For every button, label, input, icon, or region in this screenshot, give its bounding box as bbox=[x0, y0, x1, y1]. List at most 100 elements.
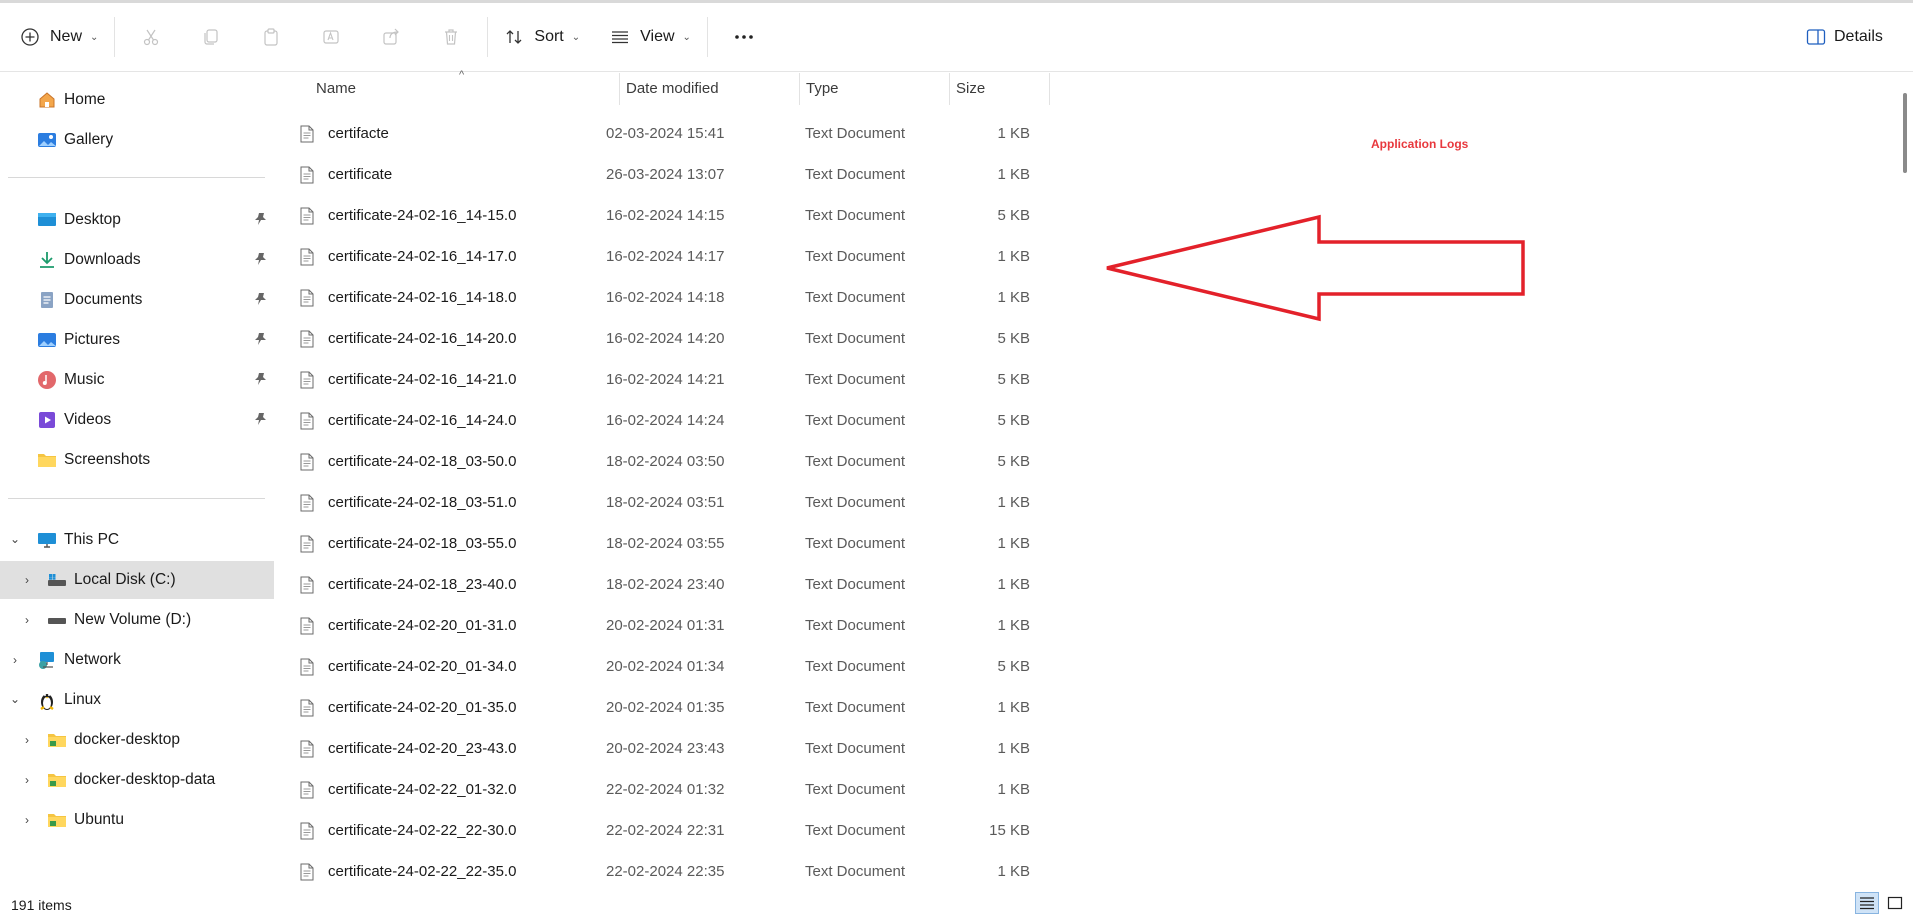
share-button[interactable] bbox=[361, 17, 421, 57]
sidebar-item-network[interactable]: › Network bbox=[0, 641, 274, 679]
table-row[interactable]: certificate-24-02-18_03-55.0 18-02-2024 0… bbox=[300, 523, 1060, 564]
chevron-right-icon[interactable]: › bbox=[20, 813, 34, 827]
file-name: certificate-24-02-16_14-17.0 bbox=[328, 248, 517, 265]
delete-button[interactable] bbox=[421, 17, 481, 57]
table-row[interactable]: certificate-24-02-18_23-40.0 18-02-2024 2… bbox=[300, 564, 1060, 605]
table-row[interactable]: certificate-24-02-22_22-35.0 22-02-2024 2… bbox=[300, 851, 1060, 892]
sidebar-item-downloads[interactable]: Downloads bbox=[0, 241, 274, 279]
file-type: Text Document bbox=[805, 289, 906, 306]
table-row[interactable]: certificate-24-02-16_14-24.0 16-02-2024 1… bbox=[300, 400, 1060, 441]
sidebar-item-local-disk-c[interactable]: › Local Disk (C:) bbox=[0, 561, 274, 599]
column-separator[interactable] bbox=[949, 73, 950, 105]
chevron-right-icon[interactable]: › bbox=[8, 653, 22, 667]
chevron-right-icon[interactable]: › bbox=[20, 733, 34, 747]
tiles-view-button[interactable] bbox=[1883, 892, 1907, 914]
file-size: 5 KB bbox=[997, 207, 1030, 224]
annotation-arrow-icon bbox=[1106, 214, 1525, 322]
sidebar-item-ubuntu[interactable]: › Ubuntu bbox=[0, 801, 274, 839]
file-date-modified: 22-02-2024 22:35 bbox=[606, 863, 725, 880]
table-row[interactable]: certificate-24-02-20_01-31.0 20-02-2024 0… bbox=[300, 605, 1060, 646]
file-date-modified: 16-02-2024 14:15 bbox=[606, 207, 725, 224]
sidebar-item-label: Desktop bbox=[64, 211, 121, 228]
file-size: 1 KB bbox=[997, 535, 1030, 552]
sort-button[interactable]: Sort ⌄ bbox=[494, 17, 590, 57]
view-button[interactable]: View ⌄ bbox=[600, 17, 701, 57]
table-row[interactable]: certificate-24-02-20_01-35.0 20-02-2024 0… bbox=[300, 687, 1060, 728]
sidebar-item-label: Local Disk (C:) bbox=[74, 571, 176, 588]
rename-button[interactable] bbox=[301, 17, 361, 57]
file-date-modified: 22-02-2024 22:31 bbox=[606, 822, 725, 839]
table-row[interactable]: certificate-24-02-18_03-51.0 18-02-2024 0… bbox=[300, 482, 1060, 523]
file-size: 5 KB bbox=[997, 658, 1030, 675]
chevron-right-icon[interactable]: › bbox=[20, 613, 34, 627]
details-pane-button[interactable]: Details bbox=[1796, 17, 1893, 57]
sidebar-item-new-volume-d[interactable]: › New Volume (D:) bbox=[0, 601, 274, 639]
sidebar-item-docker-desktop[interactable]: › docker-desktop bbox=[0, 721, 274, 759]
column-header-type[interactable]: Type bbox=[806, 73, 839, 103]
table-row[interactable]: certificate-24-02-22_01-32.0 22-02-2024 0… bbox=[300, 769, 1060, 810]
new-button[interactable]: New ⌄ bbox=[10, 17, 108, 57]
file-name: certificate-24-02-16_14-20.0 bbox=[328, 330, 517, 347]
more-options-button[interactable] bbox=[714, 17, 774, 57]
sidebar-item-docker-desktop-data[interactable]: › docker-desktop-data bbox=[0, 761, 274, 799]
sidebar-item-music[interactable]: Music bbox=[0, 361, 274, 399]
sidebar-item-documents[interactable]: Documents bbox=[0, 281, 274, 319]
file-date-modified: 22-02-2024 01:32 bbox=[606, 781, 725, 798]
videos-icon bbox=[36, 409, 58, 431]
scrollbar-thumb[interactable] bbox=[1903, 93, 1907, 173]
table-row[interactable]: certificate-24-02-22_22-30.0 22-02-2024 2… bbox=[300, 810, 1060, 851]
chevron-right-icon[interactable]: › bbox=[20, 573, 34, 587]
copy-button[interactable] bbox=[181, 17, 241, 57]
sidebar-item-screenshots[interactable]: Screenshots bbox=[0, 441, 274, 479]
column-header-date-modified[interactable]: Date modified bbox=[626, 73, 719, 103]
text-document-icon bbox=[300, 523, 314, 564]
text-document-icon bbox=[300, 687, 314, 728]
text-document-icon bbox=[300, 482, 314, 523]
pin-icon bbox=[254, 332, 268, 351]
pictures-icon bbox=[36, 329, 58, 351]
sidebar-item-gallery[interactable]: Gallery bbox=[0, 121, 274, 159]
sidebar-item-home[interactable]: Home bbox=[0, 81, 274, 119]
column-header-name[interactable]: Name bbox=[316, 73, 356, 103]
sidebar-item-label: Linux bbox=[64, 691, 102, 708]
table-row[interactable]: certificate-24-02-16_14-21.0 16-02-2024 1… bbox=[300, 359, 1060, 400]
table-row[interactable]: certificate-24-02-16_14-20.0 16-02-2024 1… bbox=[300, 318, 1060, 359]
text-document-icon bbox=[300, 277, 314, 318]
column-header-size[interactable]: Size bbox=[956, 73, 985, 103]
file-name: certificate bbox=[328, 166, 393, 183]
table-row[interactable]: certificate-24-02-16_14-17.0 16-02-2024 1… bbox=[300, 236, 1060, 277]
file-name: certificate-24-02-18_23-40.0 bbox=[328, 576, 517, 593]
sidebar-item-desktop[interactable]: Desktop bbox=[0, 201, 274, 239]
file-size: 15 KB bbox=[989, 822, 1030, 839]
file-type: Text Document bbox=[805, 330, 906, 347]
file-type: Text Document bbox=[805, 822, 906, 839]
item-count: 191 items bbox=[11, 897, 72, 913]
sidebar-item-label: Home bbox=[64, 91, 106, 108]
table-row[interactable]: certificate-24-02-16_14-18.0 16-02-2024 1… bbox=[300, 277, 1060, 318]
chevron-right-icon[interactable]: › bbox=[20, 773, 34, 787]
table-row[interactable]: certificate 26-03-2024 13:07 Text Document… bbox=[300, 154, 1060, 195]
text-document-icon bbox=[300, 646, 314, 687]
details-view-button[interactable] bbox=[1855, 892, 1879, 914]
sidebar-item-videos[interactable]: Videos bbox=[0, 401, 274, 439]
vertical-scrollbar[interactable] bbox=[1898, 73, 1912, 888]
table-row[interactable]: certificate-24-02-16_14-15.0 16-02-2024 1… bbox=[300, 195, 1060, 236]
table-row[interactable]: certifacte 02-03-2024 15:41 Text Document 1… bbox=[300, 113, 1060, 154]
table-row[interactable]: certificate-24-02-20_01-34.0 20-02-2024 0… bbox=[300, 646, 1060, 687]
column-separator[interactable] bbox=[1049, 73, 1050, 105]
column-separator[interactable] bbox=[619, 73, 620, 105]
file-date-modified: 18-02-2024 03:51 bbox=[606, 494, 725, 511]
paste-button[interactable] bbox=[241, 17, 301, 57]
sidebar-item-linux[interactable]: Linux bbox=[0, 681, 274, 719]
file-name: certificate-24-02-22_22-30.0 bbox=[328, 822, 517, 839]
column-separator[interactable] bbox=[799, 73, 800, 105]
sidebar-item-this-pc[interactable]: This PC bbox=[0, 521, 274, 559]
sidebar-item-pictures[interactable]: Pictures bbox=[0, 321, 274, 359]
file-size: 5 KB bbox=[997, 371, 1030, 388]
file-date-modified: 26-03-2024 13:07 bbox=[606, 166, 725, 183]
table-row[interactable]: certificate-24-02-18_03-50.0 18-02-2024 0… bbox=[300, 441, 1060, 482]
file-type: Text Document bbox=[805, 740, 906, 757]
file-list: Name ^ Date modified Type Size certifact… bbox=[278, 69, 1898, 888]
table-row[interactable]: certificate-24-02-20_23-43.0 20-02-2024 2… bbox=[300, 728, 1060, 769]
cut-button[interactable] bbox=[121, 17, 181, 57]
